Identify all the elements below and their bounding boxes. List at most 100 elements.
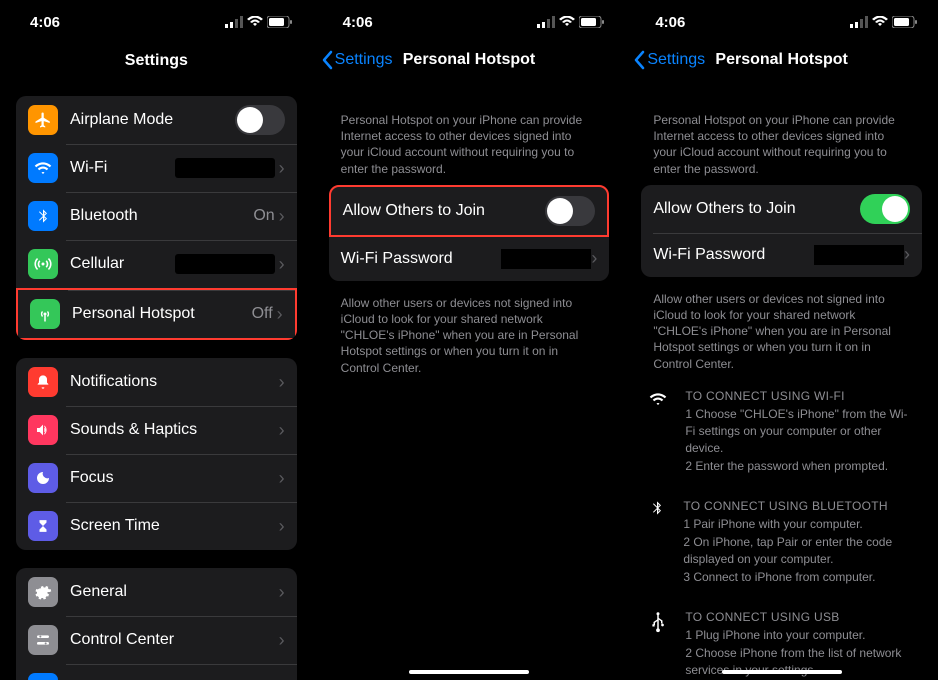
back-button[interactable]: Settings [321,50,393,70]
row-label: General [70,583,279,601]
chevron-right-icon: › [279,516,285,537]
row-label: Screen Time [70,517,279,535]
redacted-value [175,254,275,274]
allow-others-row-highlight: Allow Others to Join [329,185,610,237]
moon-icon [28,463,58,493]
chevron-left-icon [633,50,645,70]
instruction-step: 1 Plug iPhone into your computer. [685,627,914,644]
row-label: Notifications [70,373,279,391]
wifi-password-value-redacted [814,245,904,265]
battery-icon [892,16,918,28]
wifi-password-label: Wi-Fi Password [653,246,814,264]
hotspot-screen-on: 4:06 Settings Personal Hotspot Personal … [625,0,938,680]
settings-row-personal-hotspot[interactable]: Personal HotspotOff› [16,288,297,340]
nav-bar: Settings Personal Hotspot [625,44,938,76]
status-icons [850,16,918,28]
row-label: Personal Hotspot [72,305,252,323]
instruction-block: TO CONNECT USING BLUETOOTH1 Pair iPhone … [625,486,938,597]
speaker-icon [28,415,58,445]
description-bottom: Allow other users or devices not signed … [625,285,938,376]
chevron-right-icon: › [279,254,285,275]
battery-icon [579,16,605,28]
instruction-step: 2 On iPhone, tap Pair or enter the code … [683,534,914,568]
hotspot-icon [30,299,60,329]
settings-group: Airplane Mode Wi-Fi › BluetoothOn › Cellular ›… [16,96,297,340]
wifi-icon [559,16,575,28]
settings-group: General›Control Center›AADisplay & Brigh… [16,568,297,680]
home-indicator[interactable] [722,670,842,674]
instruction-text: TO CONNECT USING WI-FI1 Choose "CHLOE's … [685,388,914,476]
row-label: Cellular [70,255,175,273]
settings-row-cellular[interactable]: Cellular › [16,240,297,288]
status-bar: 4:06 [313,0,626,44]
instruction-step: 1 Choose "CHLOE's iPhone" from the Wi-Fi… [685,406,914,456]
row-value: On [253,207,274,225]
chevron-right-icon: › [279,468,285,489]
settings-row-general[interactable]: General› [16,568,297,616]
settings-row-sounds-haptics[interactable]: Sounds & Haptics› [16,406,297,454]
instruction-step: 1 Pair iPhone with your computer. [683,516,914,533]
battery-icon [267,16,293,28]
switches-icon [28,625,58,655]
row-label: Focus [70,469,279,487]
chevron-right-icon: › [279,158,285,179]
page-title: Personal Hotspot [403,51,535,69]
usb-icon [649,609,667,680]
description-top: Personal Hotspot on your iPhone can prov… [625,106,938,181]
chevron-right-icon: › [591,248,597,269]
allow-others-row[interactable]: Allow Others to Join [331,187,608,235]
back-button[interactable]: Settings [633,50,705,70]
allow-others-toggle[interactable] [860,194,910,224]
wifi-icon [28,153,58,183]
status-time: 4:06 [655,14,685,31]
hotspot-screen-off: 4:06 Settings Personal Hotspot Personal … [313,0,626,680]
row-label: Wi-Fi [70,159,175,177]
settings-row-notifications[interactable]: Notifications› [16,358,297,406]
signal-icon [850,16,868,28]
gear-icon [28,577,58,607]
row-label: Bluetooth [70,207,253,225]
home-indicator[interactable] [409,670,529,674]
page-title: Settings [0,44,313,78]
settings-row-wi-fi[interactable]: Wi-Fi › [16,144,297,192]
page-title: Personal Hotspot [715,51,847,69]
allow-others-label: Allow Others to Join [653,200,860,218]
bell-icon [28,367,58,397]
allow-others-label: Allow Others to Join [343,202,546,220]
cellular-icon [28,249,58,279]
description-top: Personal Hotspot on your iPhone can prov… [313,106,626,181]
allow-others-row[interactable]: Allow Others to Join [641,185,922,233]
wifi-password-row[interactable]: Wi-Fi Password › [329,237,610,281]
instruction-title: TO CONNECT USING WI-FI [685,388,914,405]
back-label: Settings [335,51,393,69]
bluetooth-icon [649,498,665,587]
redacted-value [175,158,275,178]
allow-others-toggle[interactable] [545,196,595,226]
status-time: 4:06 [30,14,60,31]
instruction-text: TO CONNECT USING BLUETOOTH1 Pair iPhone … [683,498,914,587]
settings-row-display-brightness[interactable]: AADisplay & Brightness› [16,664,297,680]
toggle[interactable] [235,105,285,135]
settings-screen: 4:06 Settings Airplane ModeWi-Fi›Bluetoo… [0,0,313,680]
description-bottom: Allow other users or devices not signed … [313,289,626,380]
settings-row-bluetooth[interactable]: BluetoothOn › [16,192,297,240]
settings-row-screen-time[interactable]: Screen Time› [16,502,297,550]
settings-row-focus[interactable]: Focus› [16,454,297,502]
settings-row-airplane-mode[interactable]: Airplane Mode [16,96,297,144]
wifi-password-group: Wi-Fi Password › [329,237,610,281]
status-bar: 4:06 [0,0,313,44]
back-label: Settings [647,51,705,69]
instruction-step: 2 Enter the password when prompted. [685,458,914,475]
chevron-right-icon: › [904,244,910,265]
instruction-title: TO CONNECT USING USB [685,609,914,626]
row-label: Sounds & Haptics [70,421,279,439]
wifi-password-row[interactable]: Wi-Fi Password › [641,233,922,277]
nav-bar: Settings Personal Hotspot [313,44,626,76]
settings-row-control-center[interactable]: Control Center› [16,616,297,664]
status-icons [537,16,605,28]
chevron-right-icon: › [279,206,285,227]
hotspot-settings-group: Allow Others to Join Wi-Fi Password › [641,185,922,277]
row-value: Off [252,305,273,323]
hourglass-icon [28,511,58,541]
row-label: Control Center [70,631,279,649]
